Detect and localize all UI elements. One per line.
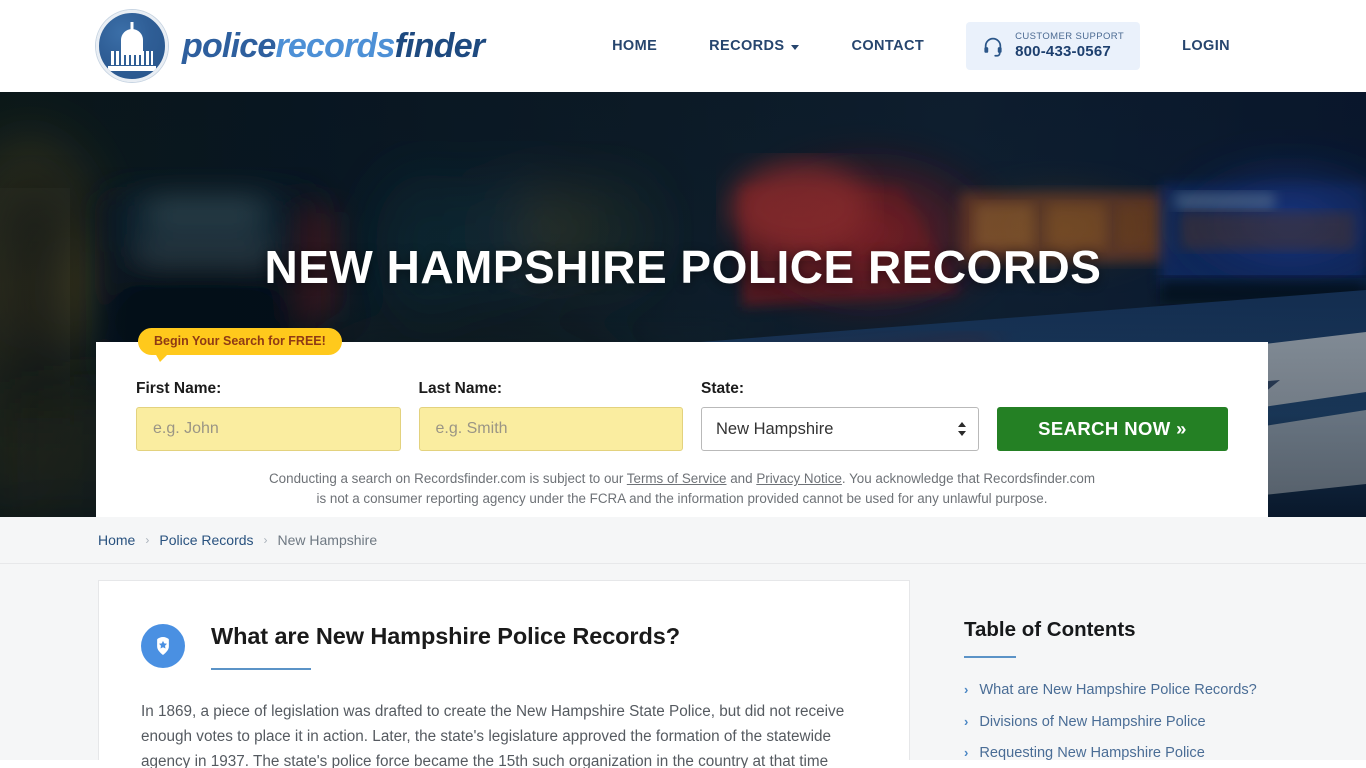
heading-underline	[211, 668, 311, 670]
table-of-contents: Table of Contents › What are New Hampshi…	[950, 580, 1268, 761]
search-form-card: Begin Your Search for FREE! First Name: …	[96, 328, 1268, 517]
breadcrumb-separator-icon: ›	[263, 533, 268, 547]
nav-item-records[interactable]: RECORDS	[683, 38, 825, 54]
breadcrumb-separator-icon: ›	[145, 533, 150, 547]
chevron-right-icon: ›	[964, 745, 969, 761]
first-name-label: First Name:	[136, 380, 222, 397]
privacy-notice-link[interactable]: Privacy Notice	[756, 471, 842, 486]
customer-support-box[interactable]: CUSTOMER SUPPORT 800-433-0567	[966, 22, 1141, 70]
disclaimer-conjunction: and	[726, 471, 757, 486]
breadcrumb-item-current: New Hampshire	[277, 532, 378, 548]
chevron-right-icon: ›	[964, 682, 969, 697]
support-label: CUSTOMER SUPPORT	[1015, 31, 1125, 43]
search-form-row: First Name: Last Name: State: New Hampsh…	[136, 380, 1228, 451]
state-field-group: State: New Hampshire	[701, 380, 979, 451]
nav-item-records-label: RECORDS	[709, 38, 785, 54]
toc-underline	[964, 656, 1016, 658]
article-header: What are New Hampshire Police Records?	[141, 621, 867, 670]
brand-text-police: police	[182, 26, 276, 65]
brand-logo[interactable]: policerecordsfinder	[96, 10, 485, 82]
chevron-right-icon: ›	[964, 713, 969, 729]
search-now-button[interactable]: SEARCH NOW »	[997, 407, 1228, 451]
capitol-dome-seal-icon	[96, 10, 168, 82]
article-paragraph: In 1869, a piece of legislation was draf…	[141, 703, 845, 768]
chevron-down-icon	[791, 44, 800, 50]
breadcrumb-item-home[interactable]: Home	[98, 532, 135, 548]
state-select[interactable]: New Hampshire	[701, 407, 979, 451]
site-header: policerecordsfinder HOME RECORDS CONTACT	[0, 0, 1366, 92]
toc-item-requesting[interactable]: › Requesting New Hampshire Police	[964, 743, 1264, 764]
search-disclaimer: Conducting a search on Recordsfinder.com…	[267, 469, 1097, 509]
toc-item-what-are-records[interactable]: › What are New Hampshire Police Records?	[964, 680, 1264, 701]
article-heading: What are New Hampshire Police Records?	[211, 623, 680, 649]
hero-banner: NEW HAMPSHIRE POLICE RECORDS Begin Your …	[0, 92, 1366, 517]
disclaimer-text-part1: Conducting a search on Recordsfinder.com…	[269, 471, 627, 486]
brand-text-records: records	[275, 26, 395, 65]
toc-item-label: Requesting New Hampshire Police	[979, 745, 1205, 762]
nav-item-home[interactable]: HOME	[586, 38, 683, 54]
support-phone-number: 800-433-0567	[1015, 42, 1111, 60]
toc-item-label: Divisions of New Hampshire Police	[979, 713, 1206, 730]
brand-text-finder: finder	[394, 26, 485, 65]
brand-wordmark: policerecordsfinder	[182, 26, 485, 66]
page-title: NEW HAMPSHIRE POLICE RECORDS	[264, 241, 1102, 293]
article-card: What are New Hampshire Police Records? I…	[98, 580, 910, 768]
breadcrumb: Home › Police Records › New Hampshire	[0, 517, 1366, 564]
toc-list: › What are New Hampshire Police Records?…	[964, 680, 1264, 764]
nav-item-contact[interactable]: CONTACT	[825, 38, 950, 54]
main-content: What are New Hampshire Police Records? I…	[0, 564, 1366, 768]
last-name-label: Last Name:	[418, 380, 503, 397]
toc-item-label: What are New Hampshire Police Records?	[979, 682, 1257, 698]
state-label: State:	[701, 380, 745, 397]
first-name-input[interactable]	[136, 407, 401, 451]
free-search-badge: Begin Your Search for FREE!	[138, 328, 342, 362]
nav-item-contact-label: CONTACT	[851, 38, 925, 54]
last-name-field-group: Last Name:	[418, 380, 683, 451]
terms-of-service-link[interactable]: Terms of Service	[627, 471, 727, 486]
police-badge-star-icon	[141, 624, 185, 668]
headset-icon	[982, 35, 1004, 57]
last-name-input[interactable]	[418, 407, 683, 451]
toc-title: Table of Contents	[964, 618, 1136, 641]
first-name-field-group: First Name:	[136, 380, 401, 451]
nav-item-login-label: LOGIN	[1182, 38, 1230, 54]
toc-item-divisions[interactable]: › Divisions of New Hampshire Police	[964, 712, 1264, 733]
nav-item-login[interactable]: LOGIN	[1156, 38, 1256, 54]
breadcrumb-item-police-records[interactable]: Police Records	[159, 532, 253, 548]
main-navigation: HOME RECORDS CONTACT CUSTOMER SUPPORT 80…	[586, 22, 1256, 70]
nav-item-home-label: HOME	[612, 38, 658, 54]
